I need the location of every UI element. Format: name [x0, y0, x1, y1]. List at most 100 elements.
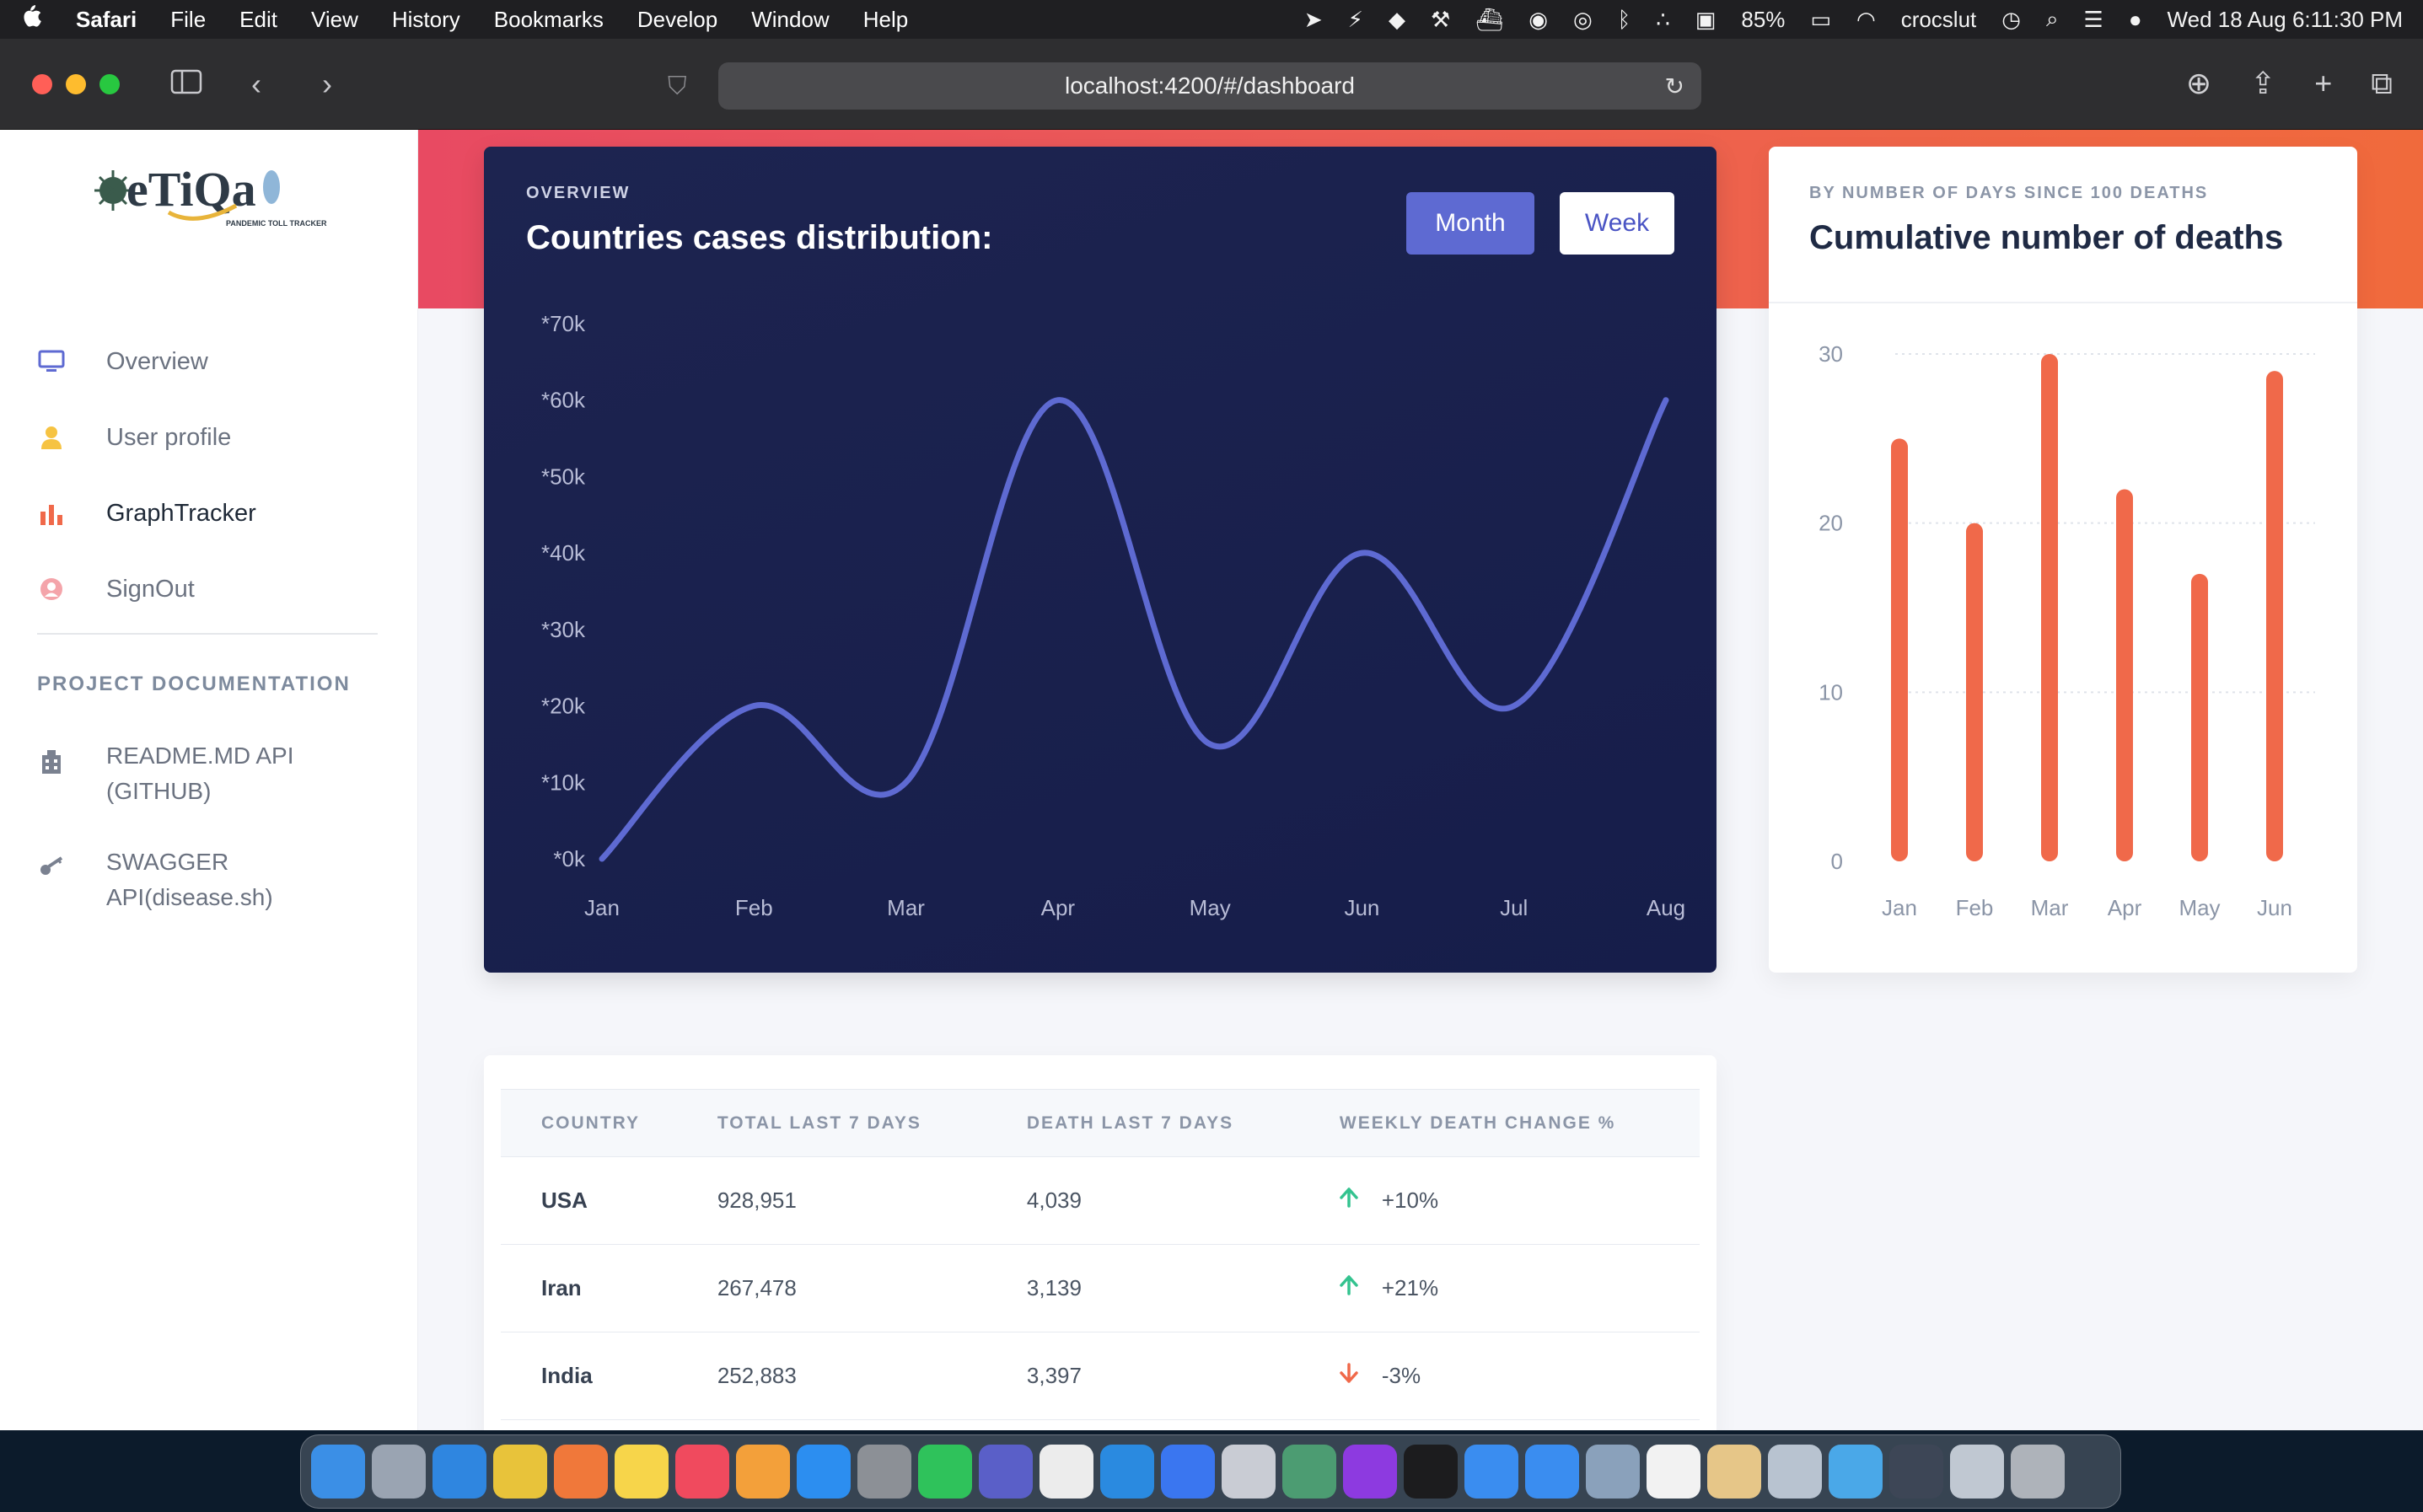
accessibility-icon[interactable]: ◉	[1528, 7, 1548, 33]
phpstorm-icon[interactable]	[1343, 1445, 1397, 1499]
x-tick-label: Mar	[2031, 895, 2069, 920]
clock[interactable]: Wed 18 Aug 6:11:30 PM	[2168, 7, 2403, 33]
doc-link-swagger[interactable]: SWAGGER API(disease.sh)	[37, 844, 273, 915]
spotlight-icon[interactable]: ⌕	[2046, 6, 2059, 33]
textedit-icon[interactable]	[1647, 1445, 1700, 1499]
sidebar-toggle-icon[interactable]	[170, 67, 202, 102]
doc-link-readme[interactable]: README.MD API (GITHUB)	[37, 738, 293, 809]
menu-file[interactable]: File	[170, 7, 206, 33]
bolt-icon[interactable]: ⚡	[1348, 7, 1363, 33]
xcode-icon[interactable]	[1464, 1445, 1518, 1499]
stack-icon[interactable]	[1950, 1445, 2004, 1499]
notes-icon[interactable]	[615, 1445, 669, 1499]
reload-icon[interactable]: ↻	[1665, 72, 1684, 100]
battery-icon[interactable]: ▭	[1810, 7, 1831, 33]
bbedit-icon[interactable]	[1222, 1445, 1276, 1499]
address-bar[interactable]: localhost:4200/#/dashboard ↻	[718, 62, 1701, 110]
death-bar[interactable]	[2191, 573, 2208, 861]
chrome-icon[interactable]	[493, 1445, 547, 1499]
launchpad-icon[interactable]	[372, 1445, 426, 1499]
app-store-icon[interactable]	[797, 1445, 851, 1499]
whatsapp-icon[interactable]	[918, 1445, 972, 1499]
week-button[interactable]: Week	[1560, 192, 1674, 255]
music-icon[interactable]	[675, 1445, 729, 1499]
finder-icon[interactable]	[311, 1445, 365, 1499]
settings-icon[interactable]	[857, 1445, 911, 1499]
building-icon	[37, 748, 66, 775]
menu-view[interactable]: View	[311, 7, 358, 33]
forward-icon[interactable]: ›	[312, 67, 342, 102]
screenshot-icon[interactable]	[1889, 1445, 1943, 1499]
server-icon[interactable]	[1040, 1445, 1093, 1499]
col-total[interactable]: TOTAL LAST 7 DAYS	[676, 1089, 986, 1157]
user-name[interactable]: crocslut	[1901, 7, 1977, 33]
atom-icon[interactable]	[1282, 1445, 1336, 1499]
sidebar-item-overview[interactable]: Overview	[37, 324, 256, 399]
control-center-icon[interactable]: ☰	[2084, 7, 2103, 33]
safari-icon[interactable]	[432, 1445, 486, 1499]
airdrop-icon[interactable]: ◎	[1573, 7, 1593, 33]
death-bar[interactable]	[1891, 438, 1908, 861]
archive-icon[interactable]	[1707, 1445, 1761, 1499]
menu-help[interactable]: Help	[863, 7, 908, 33]
teams-icon[interactable]	[979, 1445, 1033, 1499]
dots-icon[interactable]: ∴	[1656, 7, 1670, 33]
close-window-button[interactable]	[32, 73, 52, 94]
time-machine-icon[interactable]: ◷	[2001, 7, 2021, 33]
signal-icon[interactable]	[1161, 1445, 1215, 1499]
new-tab-icon[interactable]: +	[2314, 66, 2332, 102]
menu-app-safari[interactable]: Safari	[76, 7, 137, 33]
doc-link-label: README.MD API (GITHUB)	[106, 743, 294, 804]
terminal-icon[interactable]	[1404, 1445, 1458, 1499]
siri-icon[interactable]: ●	[2129, 7, 2142, 33]
back-icon[interactable]: ‹	[241, 67, 271, 102]
sidebar-divider	[37, 633, 378, 635]
x-tick-label: Apr	[1041, 895, 1076, 920]
simulator-icon[interactable]	[1525, 1445, 1579, 1499]
pages-icon[interactable]	[736, 1445, 790, 1499]
apple-icon[interactable]	[20, 3, 42, 35]
death-bar[interactable]	[2116, 489, 2133, 861]
wifi-icon[interactable]: ◠	[1856, 7, 1876, 33]
privacy-shield-icon[interactable]: ⛉	[668, 72, 687, 101]
menu-develop[interactable]: Develop	[637, 7, 717, 33]
table-row[interactable]: Iran 267,478 3,139 +21%	[501, 1244, 1700, 1332]
screen-icon[interactable]: ▣	[1695, 7, 1717, 33]
sidebar-item-graphtracker[interactable]: GraphTracker	[37, 475, 256, 551]
menu-bookmarks[interactable]: Bookmarks	[494, 7, 604, 33]
share-icon[interactable]: ⇪	[2250, 66, 2275, 102]
location-icon[interactable]: ➤	[1304, 7, 1323, 33]
downloads-icon[interactable]: ⊕	[2186, 66, 2211, 102]
menu-history[interactable]: History	[392, 7, 460, 33]
zoom-window-button[interactable]	[99, 73, 120, 94]
death-bar[interactable]	[1966, 523, 1983, 861]
hammer-icon[interactable]: ⚒	[1431, 7, 1450, 33]
col-change[interactable]: WEEKLY DEATH CHANGE %	[1298, 1089, 1700, 1157]
trash-icon[interactable]	[2011, 1445, 2065, 1499]
x-tick-label: Jul	[1500, 895, 1528, 920]
etiqa-logo[interactable]: eTiQa PANDEMIC TOLL TRACKER	[93, 153, 330, 238]
display-icon[interactable]	[1586, 1445, 1640, 1499]
table-row[interactable]: USA 928,951 4,039 +10%	[501, 1156, 1700, 1245]
tab-overview-icon[interactable]: ⧉	[2371, 66, 2393, 102]
docker-icon[interactable]: ⛴	[1475, 7, 1503, 33]
sidebar-item-user-profile[interactable]: User profile	[37, 399, 256, 475]
table-row[interactable]: India 252,883 3,397 -3%	[501, 1332, 1700, 1420]
vscode-icon[interactable]	[1100, 1445, 1154, 1499]
bluetooth-icon[interactable]: ᛒ	[1618, 7, 1631, 33]
preview-icon[interactable]	[1768, 1445, 1822, 1499]
box-icon[interactable]: ◆	[1389, 7, 1405, 33]
firefox-icon[interactable]	[554, 1445, 608, 1499]
minimize-window-button[interactable]	[66, 73, 86, 94]
sidebar-item-signout[interactable]: SignOut	[37, 551, 256, 627]
death-bar[interactable]	[2041, 354, 2058, 861]
change-value: +21%	[1381, 1275, 1439, 1300]
menu-window[interactable]: Window	[751, 7, 829, 33]
folder-icon[interactable]	[1829, 1445, 1883, 1499]
month-button[interactable]: Month	[1406, 192, 1534, 255]
cell-total: 928,951	[676, 1156, 986, 1245]
menu-edit[interactable]: Edit	[239, 7, 277, 33]
col-country[interactable]: COUNTRY	[501, 1089, 677, 1157]
col-death[interactable]: DEATH LAST 7 DAYS	[986, 1089, 1299, 1157]
death-bar[interactable]	[2266, 371, 2283, 862]
